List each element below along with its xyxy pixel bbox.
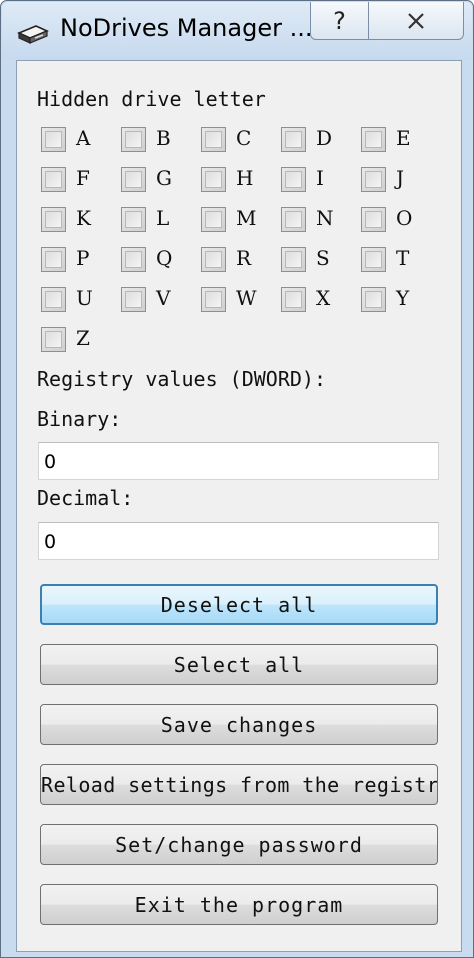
drive-letter-label: A — [76, 126, 91, 150]
drive-letter-label: L — [156, 206, 170, 230]
save-changes-button[interactable]: Save changes — [40, 704, 438, 745]
decimal-field[interactable]: 0 — [38, 522, 439, 560]
drive-letter-label: V — [156, 286, 171, 310]
help-icon: ? — [333, 6, 346, 35]
close-button[interactable] — [369, 2, 463, 39]
drive-checkbox[interactable] — [121, 207, 146, 232]
drive-letter-label: O — [396, 206, 413, 230]
drive-letter-label: D — [316, 126, 333, 150]
drive-checkbox[interactable] — [361, 287, 386, 312]
drive-letter-label: F — [76, 166, 90, 190]
drive-letter-label: P — [76, 246, 90, 270]
drive-checkbox[interactable] — [201, 167, 226, 192]
drive-letter-label: U — [76, 286, 93, 310]
caption-buttons: ? — [310, 2, 464, 40]
client-area: Hidden drive letter A B C D E F G H I J K L M N O P Q R S T… — [16, 60, 462, 952]
drive-checkbox[interactable] — [361, 167, 386, 192]
drive-checkbox[interactable] — [41, 327, 66, 352]
drive-letter-label: R — [236, 246, 252, 270]
drive-checkbox[interactable] — [41, 287, 66, 312]
drive-letter-label: K — [76, 206, 91, 230]
deselect-all-button[interactable]: Deselect all — [40, 584, 438, 625]
drive-checkbox[interactable] — [41, 247, 66, 272]
app-window: NoDrives Manager ... ? Hidden drive lett… — [0, 0, 474, 958]
drive-checkbox[interactable] — [201, 207, 226, 232]
drive-checkbox[interactable] — [281, 247, 306, 272]
set-password-button[interactable]: Set/change password — [40, 824, 438, 865]
drive-letter-label: M — [236, 206, 257, 230]
drive-letter-label: N — [316, 206, 334, 230]
binary-field[interactable]: 0 — [38, 442, 439, 480]
drive-checkbox[interactable] — [121, 167, 146, 192]
exit-button[interactable]: Exit the program — [40, 884, 438, 925]
drive-checkbox[interactable] — [201, 247, 226, 272]
drive-checkbox[interactable] — [121, 247, 146, 272]
drive-letter-label: W — [236, 286, 257, 310]
select-all-button[interactable]: Select all — [40, 644, 438, 685]
drive-letter-label: I — [316, 166, 324, 190]
drive-checkbox[interactable] — [361, 247, 386, 272]
help-button[interactable]: ? — [311, 2, 369, 39]
drive-checkbox[interactable] — [361, 207, 386, 232]
drive-icon — [16, 25, 50, 44]
drive-letter-label: Z — [76, 326, 90, 350]
binary-label: Binary: — [37, 407, 122, 431]
drive-letter-label: T — [396, 246, 410, 270]
drive-letter-label: Q — [156, 246, 173, 270]
drive-checkbox[interactable] — [121, 287, 146, 312]
title-bar[interactable]: NoDrives Manager ... ? — [2, 2, 472, 60]
drive-letter-label: B — [156, 126, 171, 150]
drive-letter-label: E — [396, 126, 411, 150]
drive-checkbox[interactable] — [41, 207, 66, 232]
drive-letter-label: C — [236, 126, 252, 150]
drive-checkbox[interactable] — [201, 287, 226, 312]
drive-checkbox[interactable] — [281, 207, 306, 232]
drive-checkbox[interactable] — [41, 127, 66, 152]
registry-values-label: Registry values (DWORD): — [37, 367, 326, 391]
hidden-drive-label: Hidden drive letter — [37, 87, 266, 111]
drive-checkbox[interactable] — [281, 287, 306, 312]
decimal-label: Decimal: — [37, 486, 134, 510]
window-title: NoDrives Manager ... — [60, 14, 313, 42]
drive-checkbox[interactable] — [121, 127, 146, 152]
drive-letter-label: G — [156, 166, 172, 190]
drive-letter-label: X — [316, 286, 331, 310]
drive-letter-label: J — [396, 166, 405, 190]
drive-checkbox[interactable] — [41, 167, 66, 192]
reload-settings-button[interactable]: Reload settings from the registry — [40, 764, 438, 805]
drive-letter-label: H — [236, 166, 254, 190]
drive-checkbox[interactable] — [281, 167, 306, 192]
drive-checkbox[interactable] — [361, 127, 386, 152]
drive-letter-label: Y — [396, 286, 410, 310]
drive-letter-label: S — [316, 246, 330, 270]
drive-checkbox[interactable] — [281, 127, 306, 152]
drive-checkbox[interactable] — [201, 127, 226, 152]
close-icon — [408, 12, 424, 29]
